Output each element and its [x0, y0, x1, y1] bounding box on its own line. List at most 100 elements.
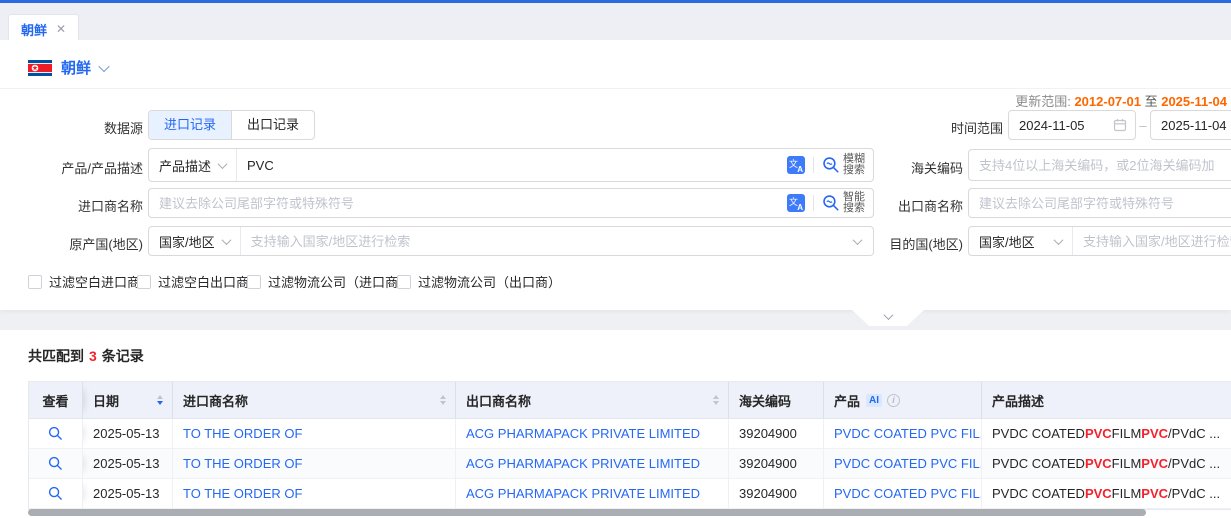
importer-link[interactable]: TO THE ORDER OF [173, 479, 456, 508]
destination-type-select[interactable]: 国家/地区 [969, 227, 1073, 255]
column-header-importer[interactable]: 进口商名称 [173, 382, 456, 418]
product-link[interactable]: PVDC COATED PVC FIL... [824, 449, 982, 478]
importer-name-label: 进口商名称 [0, 196, 143, 215]
view-record-button[interactable] [29, 419, 83, 448]
description-cell: PVDC COATED PVC FILM PVC/PVdC ... [982, 479, 1231, 508]
calendar-icon[interactable] [1113, 118, 1127, 132]
country-selector[interactable]: 朝鲜 [28, 57, 108, 78]
checkbox-icon [397, 275, 411, 289]
column-header-exporter[interactable]: 出口商名称 [456, 382, 729, 418]
time-range-start-input[interactable]: 2024-11-05 [1008, 110, 1136, 140]
date-cell: 2025-05-13 [83, 479, 173, 508]
origin-type-select[interactable]: 国家/地区 [149, 227, 241, 255]
table-header-row: 查看 日期 进口商名称 出口商名称 海关编码 产品 AI i [29, 382, 1231, 419]
importer-link[interactable]: TO THE ORDER OF [173, 449, 456, 478]
close-icon[interactable]: ✕ [56, 23, 66, 35]
update-range: 更新范围: 2012-07-01 至 2025-11-04 [1015, 91, 1227, 110]
column-header-date[interactable]: 日期 [83, 382, 173, 418]
origin-country-label: 原产国(地区) [0, 234, 143, 253]
destination-country-group: 国家/地区 [968, 226, 1231, 256]
importer-link[interactable]: TO THE ORDER OF [173, 419, 456, 448]
exporter-name-label: 出口商名称 [820, 196, 963, 215]
info-icon[interactable]: i [887, 394, 900, 407]
hs-code-input[interactable] [969, 150, 1231, 180]
table-row: 2025-05-13 TO THE ORDER OF ACG PHARMAPAC… [29, 449, 1231, 479]
import-records-button[interactable]: 进口记录 [149, 111, 232, 139]
importer-search-group: 文 A 智能 搜索 [148, 188, 874, 218]
results-table: 查看 日期 进口商名称 出口商名称 海关编码 产品 AI i [28, 381, 1231, 510]
product-search-group: 产品描述 文 A 模糊 [148, 148, 874, 182]
update-range-to: 至 [1145, 94, 1158, 109]
description-cell: PVDC COATED PVC FILM PVC/PVdC ... [982, 419, 1231, 448]
time-range-start-value: 2024-11-05 [1019, 118, 1085, 133]
hs-code-cell: 39204900 [729, 479, 824, 508]
time-range-end-input[interactable]: 2025-11-04 [1150, 110, 1231, 140]
exporter-name-box [968, 188, 1231, 218]
checkbox-icon [137, 275, 151, 289]
exporter-link[interactable]: ACG PHARMAPACK PRIVATE LIMITED [456, 479, 729, 508]
column-header-hs-code: 海关编码 [729, 382, 824, 418]
table-row: 2025-05-13 TO THE ORDER OF ACG PHARMAPAC… [29, 419, 1231, 449]
filter-panel: 朝鲜 更新范围: 2012-07-01 至 2025-11-04 数据源 进口记… [0, 40, 1231, 310]
origin-country-input[interactable] [241, 227, 854, 255]
hs-code-cell: 39204900 [729, 419, 824, 448]
exporter-link[interactable]: ACG PHARMAPACK PRIVATE LIMITED [456, 419, 729, 448]
exporter-link[interactable]: ACG PHARMAPACK PRIVATE LIMITED [456, 449, 729, 478]
description-cell: PVDC COATED PVC FILM PVC/PVdC ... [982, 449, 1231, 478]
view-record-button[interactable] [29, 449, 83, 478]
column-header-product: 产品 AI i [824, 382, 982, 418]
update-range-end: 2025-11-04 [1161, 94, 1227, 109]
magnifier-icon [48, 456, 63, 471]
sort-icon-exporter[interactable] [713, 395, 719, 405]
importer-name-input[interactable] [149, 189, 787, 217]
checkbox-filter-logistics-importer[interactable]: 过滤物流公司（进口商） [247, 272, 411, 291]
hs-code-box [968, 149, 1231, 181]
product-link[interactable]: PVDC COATED PVC FIL... [824, 479, 982, 508]
checkbox-filter-blank-importer[interactable]: 过滤空白进口商 [28, 272, 140, 291]
form-row-2: 产品/产品描述 产品描述 文 A [0, 148, 1231, 182]
view-record-button[interactable] [29, 479, 83, 508]
exporter-name-input[interactable] [969, 189, 1231, 217]
hs-code-label: 海关编码 [820, 158, 963, 177]
form-row-4: 原产国(地区) 国家/地区 目的国(地区) 国家/地区 [0, 226, 1231, 256]
ai-badge: AI [866, 394, 882, 407]
product-link[interactable]: PVDC COATED PVC FIL... [824, 419, 982, 448]
checkbox-filter-blank-exporter[interactable]: 过滤空白出口商 [137, 272, 249, 291]
chevron-down-icon [98, 60, 109, 71]
country-name: 朝鲜 [61, 57, 91, 78]
translate-icon[interactable]: 文 A [787, 194, 805, 212]
checkbox-icon [28, 275, 42, 289]
checkbox-icon [247, 275, 261, 289]
tab-label: 朝鲜 [21, 20, 47, 39]
destination-country-input[interactable] [1073, 227, 1231, 255]
sort-icon-importer[interactable] [440, 395, 446, 405]
divider [813, 157, 814, 173]
export-records-button[interactable]: 出口记录 [232, 111, 314, 139]
product-type-select[interactable]: 产品描述 [149, 149, 237, 181]
date-cell: 2025-05-13 [83, 419, 173, 448]
horizontal-scrollbar[interactable] [28, 509, 1146, 516]
origin-country-group: 国家/地区 [148, 226, 874, 256]
hs-code-cell: 39204900 [729, 449, 824, 478]
sort-icon-date[interactable] [157, 395, 163, 405]
tab-strip: 朝鲜 ✕ [0, 3, 1231, 40]
date-range-dash: – [1136, 118, 1150, 133]
data-source-segmented: 进口记录 出口记录 [148, 110, 315, 140]
filter-checkbox-row: 过滤空白进口商 过滤空白出口商 过滤物流公司（进口商） 过滤物流公司（出口商） [0, 270, 1231, 292]
time-range-end-value: 2025-11-04 [1161, 118, 1227, 133]
table-row: 2025-05-13 TO THE ORDER OF ACG PHARMAPAC… [29, 479, 1231, 509]
time-range-label: 时间范围 [880, 118, 1003, 137]
collapse-panel-handle[interactable] [852, 310, 924, 326]
chevron-down-icon [1054, 235, 1064, 245]
chevron-down-icon [218, 159, 228, 169]
product-search-input[interactable] [237, 149, 787, 181]
destination-country-label: 目的国(地区) [820, 234, 963, 253]
tab-north-korea[interactable]: 朝鲜 ✕ [8, 14, 79, 43]
date-cell: 2025-05-13 [83, 449, 173, 478]
north-korea-flag-icon [28, 60, 52, 76]
data-source-label: 数据源 [0, 118, 143, 137]
checkbox-filter-logistics-exporter[interactable]: 过滤物流公司（出口商） [397, 272, 561, 291]
translate-icon[interactable]: 文 A [787, 156, 805, 174]
results-summary: 共匹配到3条记录 [28, 346, 144, 366]
update-range-start: 2012-07-01 [1074, 94, 1141, 109]
